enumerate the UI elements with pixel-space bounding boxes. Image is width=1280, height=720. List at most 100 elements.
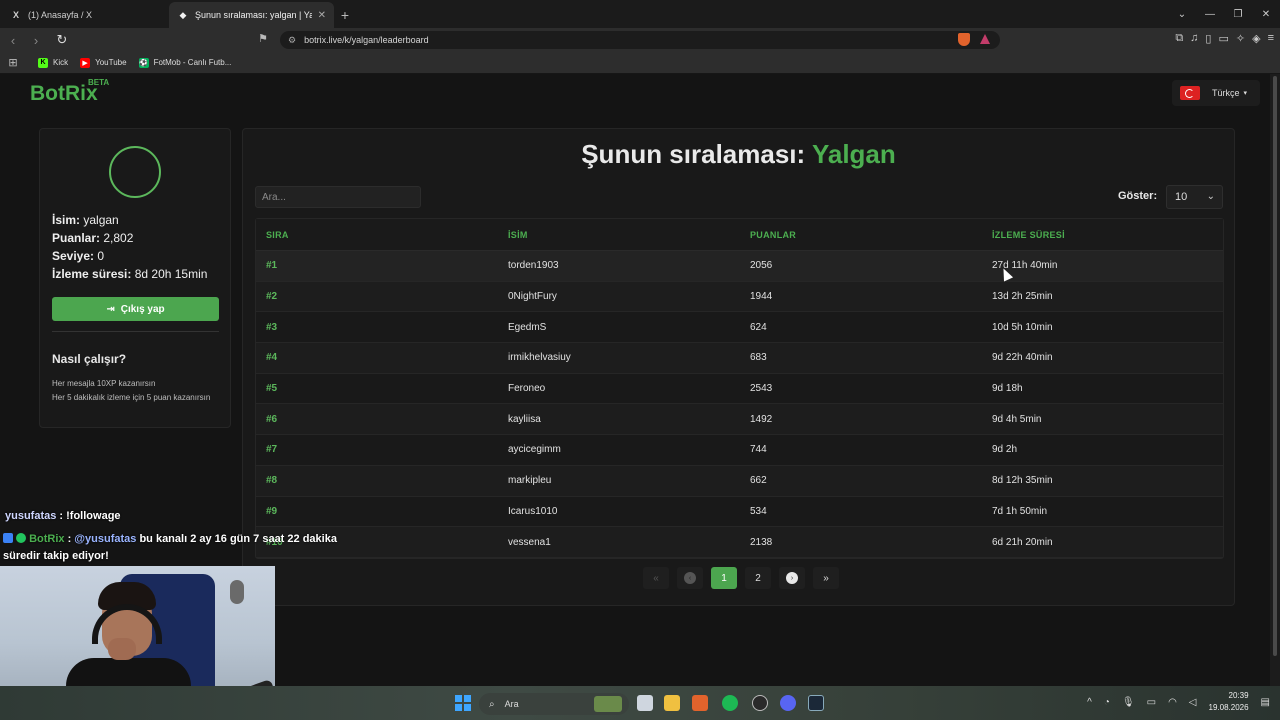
column-header-name[interactable]: İSİM [498,230,740,240]
watch-time-cell: 10d 5h 10min [992,321,1053,333]
divider [52,331,219,332]
profile-info: İsim: yalgan Puanlar: 2,802 Seviye: 0 İz… [52,211,207,283]
rank-cell: #8 [266,475,278,487]
chevron-up-icon[interactable]: ^ [1087,697,1092,708]
chat-mention: @yusufatas [74,533,137,545]
minimize-button[interactable]: — [1196,0,1224,28]
kick-icon: K [38,57,48,68]
bookmark-youtube[interactable]: ▶ YouTube [80,57,127,68]
steam-icon[interactable] [808,695,824,711]
rank-cell: #5 [266,383,278,395]
streamer-hand [108,638,136,660]
name-cell: vessena1 [508,536,551,548]
apps-grid-icon[interactable]: ⊞ [0,56,26,69]
logout-button[interactable]: ⇥ Çıkış yap [52,297,219,321]
chat-text: : !followage [59,510,121,522]
mic-icon[interactable]: 🎙 [1122,697,1135,708]
points-label: Puanlar: [52,231,101,245]
brave-browser-icon[interactable] [692,695,708,711]
window-controls: ⌄ — ❐ ✕ [1168,0,1280,28]
search-icon: ⌕ [489,698,495,710]
wifi-icon[interactable]: ◠ [1168,697,1177,708]
file-explorer-icon[interactable] [664,695,680,711]
leaderboard-card: Şunun sıralaması: Yalgan Göster: 10 ⌄ SI… [242,128,1235,606]
logout-icon: ⇥ [106,303,115,315]
display-icon[interactable]: ▭ [1147,697,1156,708]
next-page-button[interactable]: › [779,567,805,589]
watch-time-label: İzleme süresi: [52,267,132,281]
media-icon[interactable]: ♫ [1190,32,1198,45]
how-line: Her mesajla 10XP kazanırsın [52,379,156,388]
network-app-icon[interactable]: ◔ [1104,697,1110,708]
name-cell: aycicegimm [508,444,561,456]
spotify-icon[interactable] [722,695,738,711]
column-header-points[interactable]: PUANLAR [740,230,982,240]
chat-username: BotRix [29,533,65,545]
pagination: « ‹ 1 2 › » [643,567,839,589]
points-cell: 2543 [750,383,773,395]
column-header-watch-time[interactable]: İZLEME SÜRESİ [982,230,1223,240]
menu-icon[interactable]: ≡ [1268,32,1274,45]
how-line: Her 5 dakikalık izleme için 5 puan kazan… [52,393,211,402]
name-cell: kayliisa [508,413,541,425]
rank-cell: #7 [266,444,278,456]
watch-time-cell: 8d 12h 35min [992,475,1053,487]
language-selector[interactable]: Türkçe ▾ [1172,80,1260,106]
bookmark-kick[interactable]: K Kick [38,57,69,68]
notifications-icon[interactable]: ▤ [1261,697,1270,708]
name-cell: Icarus1010 [508,505,558,517]
watch-time-cell: 6d 21h 20min [992,536,1053,548]
forward-button[interactable]: › [26,30,46,50]
maximize-button[interactable]: ❐ [1224,0,1252,28]
volume-icon[interactable]: ◁ [1189,697,1197,708]
extensions-icon[interactable]: ⧉ [1175,32,1183,45]
new-tab-button[interactable]: + [334,2,356,28]
system-clock[interactable]: 20:39 19.08.2026 [1209,690,1249,714]
windows-start-icon[interactable] [455,695,471,711]
task-view-icon[interactable] [637,695,653,711]
page-size-label: Göster: [1118,190,1158,202]
bookmark-fotmob[interactable]: ⚽ FotMob - Canlı Futb... [138,57,231,68]
tab-leaderboard[interactable]: ◆ Şunun sıralaması: yalgan | Yayını ✕ [169,2,334,28]
rank-cell: #4 [266,352,278,364]
tab-x-home[interactable]: X (1) Anasayfa / X [2,2,167,28]
prev-page-button[interactable]: ‹ [677,567,703,589]
obs-icon[interactable] [752,695,768,711]
wallet-icon[interactable]: ▭ [1218,32,1228,45]
chevron-left-icon: ‹ [684,572,696,584]
column-header-rank[interactable]: SIRA [256,230,498,240]
discord-icon[interactable] [780,695,796,711]
page-button-2[interactable]: 2 [745,567,771,589]
scrollbar-thumb[interactable] [1273,76,1277,656]
back-button[interactable]: ‹ [3,30,23,50]
leo-ai-icon[interactable]: ✧ [1236,32,1245,45]
vpn-icon[interactable]: ◈ [1252,32,1260,45]
brave-shield-icon[interactable] [958,33,970,46]
bookmark-icon[interactable]: ⚑ [258,32,268,45]
watch-time-cell: 9d 22h 40min [992,352,1053,364]
reload-button[interactable]: ↻ [52,30,72,50]
level-label: Seviye: [52,249,95,263]
first-page-button[interactable]: « [643,567,669,589]
weather-widget-icon[interactable] [594,696,622,712]
site-settings-icon[interactable]: ⚙ [288,35,296,46]
page-size-select[interactable]: 10 ⌄ [1166,185,1223,209]
botrix-logo[interactable]: BotRix BETA [30,78,109,106]
watch-time-cell: 27d 11h 40min [992,260,1058,272]
close-window-button[interactable]: ✕ [1252,0,1280,28]
brave-rewards-icon[interactable] [980,34,990,44]
url-field[interactable]: ⚙ botrix.live/k/yalgan/leaderboard [280,31,1000,49]
page-button-1[interactable]: 1 [711,567,737,589]
table-body: #1 torden1903 2056 27d 11h 40min #2 0NightFur… [256,251,1223,558]
points-cell: 624 [750,321,767,333]
chevron-down-icon: ⌄ [1206,191,1215,202]
page-scrollbar[interactable] [1270,74,1280,686]
sidebar-icon[interactable]: ▯ [1205,32,1211,45]
bookmark-label: Kick [53,58,69,67]
last-page-button[interactable]: » [813,567,839,589]
watch-time-cell: 9d 4h 5min [992,413,1042,425]
search-input[interactable] [255,186,421,208]
close-tab-icon[interactable]: ✕ [318,10,326,21]
x-logo-icon: X [12,10,19,20]
tab-list-icon[interactable]: ⌄ [1168,0,1196,28]
